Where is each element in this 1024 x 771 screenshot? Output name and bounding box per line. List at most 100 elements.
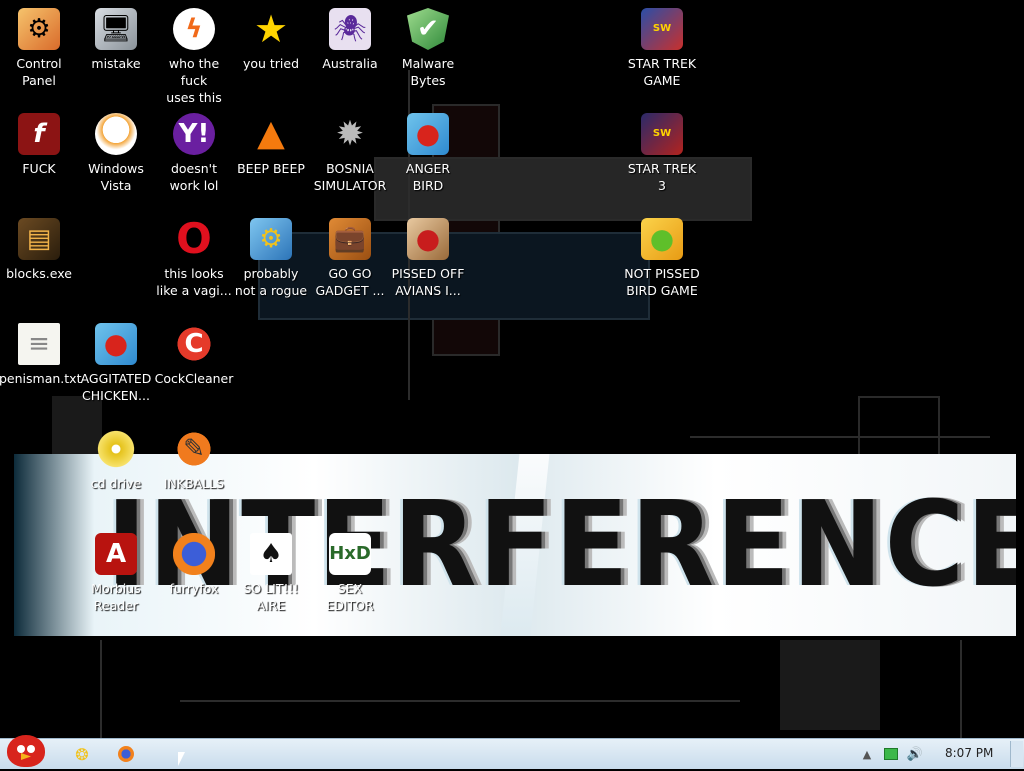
desktop-icon-label: who the fuck uses this	[166, 56, 222, 105]
desktop-icon-bad-piggies[interactable]: ● NOT PISSED BIRD GAME	[622, 218, 702, 299]
wallpaper-line	[690, 436, 990, 438]
avast-icon: ϟ	[173, 8, 215, 50]
taskbar-pinned-folder[interactable]: ❂	[70, 743, 94, 765]
firefox-icon	[118, 746, 134, 762]
wallpaper-rect	[780, 640, 880, 730]
desktop-icon-cd-drive[interactable]: cd drive	[76, 428, 156, 492]
mouse-cursor	[178, 752, 185, 766]
spider-icon: 🕷	[329, 8, 371, 50]
desktop-icon-label: mistake	[91, 56, 141, 71]
desktop-icon-label: furryfox	[169, 581, 219, 596]
desktop-icon-label: you tried	[242, 56, 300, 71]
desktop-icon-label: STAR TREK GAME	[627, 56, 697, 88]
desktop-icon-label: FUCK	[22, 161, 56, 176]
desktop-icon-label: ANGER BIRD	[405, 161, 451, 193]
desktop-icon-flash[interactable]: f FUCK	[0, 113, 79, 177]
desktop-icon-gadget[interactable]: 💼 GO GO GADGET ...	[310, 218, 390, 299]
desktop-icon-minesweeper[interactable]: ✹ BOSNIA SIMULATOR	[310, 113, 390, 194]
desktop-icon-label: INKBALLS	[163, 476, 225, 491]
star-wars-icon: SW	[641, 8, 683, 50]
desktop-icon-anger-bird[interactable]: ● ANGER BIRD	[388, 113, 468, 194]
taskbar-pinned-firefox[interactable]	[114, 743, 138, 765]
control-panel-icon: ⚙	[18, 8, 60, 50]
desktop-icon-label: PISSED OFF AVIANS I...	[391, 266, 465, 298]
desktop-icon-pissed-off-avians[interactable]: ● PISSED OFF AVIANS I...	[388, 218, 468, 299]
desktop-icon-label: SEX EDITOR	[326, 581, 374, 613]
desktop-icon-label: this looks like a vagi...	[156, 266, 232, 298]
show-hidden-icon[interactable]: ▲	[860, 747, 874, 761]
desktop-icon-mistake[interactable]: 🖥 mistake	[76, 8, 156, 72]
inkball-icon: ✎	[173, 428, 215, 470]
desktop-icon-solitaire[interactable]: ♠ SO LIT!!! AIRE	[231, 533, 311, 614]
desktop-icon-label: Malware Bytes	[401, 56, 455, 88]
desktop-icon-inkballs[interactable]: ✎ INKBALLS	[154, 428, 234, 492]
hex-editor-icon: HxD	[329, 533, 371, 575]
ccleaner-icon: C	[173, 323, 215, 365]
desktop-icon-label: AGGITATED CHICKEN...	[80, 371, 152, 403]
desktop-icon-label: Australia	[322, 56, 378, 71]
desktop-icon-avast[interactable]: ϟ who the fuck uses this	[154, 8, 234, 106]
egg-icon	[95, 113, 137, 155]
desktop-icon-label: cd drive	[90, 476, 142, 491]
wallpaper-rect	[858, 396, 940, 458]
desktop-icon-vlc[interactable]: ▲ BEEP BEEP	[231, 113, 311, 177]
desktop-icon-yahoo[interactable]: Y! doesn't work lol	[154, 113, 234, 194]
show-desktop-button[interactable]	[1010, 741, 1023, 767]
angry-bird-icon: ●	[95, 323, 137, 365]
wallpaper-line	[180, 700, 740, 702]
desktop-icon-malwarebytes[interactable]: ✔ Malware Bytes	[388, 8, 468, 89]
desktop-icon-furryfox[interactable]: furryfox	[154, 533, 234, 597]
desktop-icon-aggitated-chicken[interactable]: ● AGGITATED CHICKEN...	[76, 323, 156, 404]
angry-bird-icon	[7, 735, 45, 767]
angry-birds-seasons-icon: ●	[407, 218, 449, 260]
desktop-icon-opera[interactable]: O this looks like a vagi...	[154, 218, 234, 299]
desktop-icon-you-tried[interactable]: ★ you tried	[231, 8, 311, 72]
mine-icon: ✹	[335, 114, 365, 154]
wallpaper-line	[100, 640, 102, 738]
desktop-icon-rogue[interactable]: ⚙ probably not a rogue	[231, 218, 311, 299]
blocks-icon: ▤	[18, 218, 60, 260]
desktop-icon-label: BOSNIA SIMULATOR	[313, 161, 387, 193]
desktop-icon-windows-vista[interactable]: Windows Vista	[76, 113, 156, 194]
monitor-gear-icon: ⚙	[250, 218, 292, 260]
desktop-icon-morbius-reader[interactable]: A Morbius Reader	[76, 533, 156, 614]
desktop-icon-label: NOT PISSED BIRD GAME	[624, 266, 700, 298]
flash-icon: f	[18, 113, 60, 155]
desktop-icon-label: Control Panel	[16, 56, 62, 88]
text-file-icon: ≡	[18, 323, 60, 365]
cd-icon	[95, 428, 137, 470]
wallpaper-line	[960, 640, 962, 738]
solitaire-icon: ♠	[250, 533, 292, 575]
firefox-icon	[173, 533, 215, 575]
computer-icon: 🖥	[95, 8, 137, 50]
opera-icon: O	[176, 214, 212, 263]
volume-icon[interactable]: 🔊	[907, 747, 923, 762]
desktop-icon-control-panel[interactable]: ⚙ Control Panel	[0, 8, 79, 89]
desktop-icon-label: Morbius Reader	[91, 581, 141, 613]
desktop-icon-label: doesn't work lol	[169, 161, 219, 193]
vlc-icon: ▲	[257, 113, 285, 154]
desktop-icon-ccleaner[interactable]: C CockCleaner	[154, 323, 234, 387]
pdf-icon: A	[95, 533, 137, 575]
desktop-icon-label: probably not a rogue	[234, 266, 308, 298]
folder-icon: ❂	[75, 744, 89, 764]
desktop-icon-label: Windows Vista	[88, 161, 144, 193]
desktop-icon-hex-editor[interactable]: HxD SEX EDITOR	[310, 533, 390, 614]
network-icon[interactable]	[884, 747, 898, 761]
star-icon: ★	[253, 7, 289, 51]
desktop-icon-star-trek-game[interactable]: SW STAR TREK GAME	[622, 8, 702, 89]
desktop-icon-australia[interactable]: 🕷 Australia	[310, 8, 390, 72]
briefcase-icon: 💼	[329, 218, 371, 260]
desktop-icon-penisman-txt[interactable]: ≡ penisman.txt	[0, 323, 82, 387]
desktop-icon-label: blocks.exe	[6, 266, 72, 281]
start-button[interactable]	[2, 731, 50, 771]
desktop-icon-label: penisman.txt	[0, 371, 82, 386]
taskbar-clock[interactable]: 8:07 PM	[945, 746, 993, 760]
yahoo-messenger-icon: Y!	[173, 113, 215, 155]
desktop-icon-blocks[interactable]: ▤ blocks.exe	[0, 218, 79, 282]
shield-icon: ✔	[407, 8, 449, 50]
taskbar: ❂ ▲ 🔊 8:07 PM	[0, 735, 1024, 769]
desktop-icon-label: SO LIT!!! AIRE	[243, 581, 299, 613]
desktop-icon-star-trek-3[interactable]: SW STAR TREK 3	[622, 113, 702, 194]
desktop-icon-label: STAR TREK 3	[627, 161, 697, 193]
